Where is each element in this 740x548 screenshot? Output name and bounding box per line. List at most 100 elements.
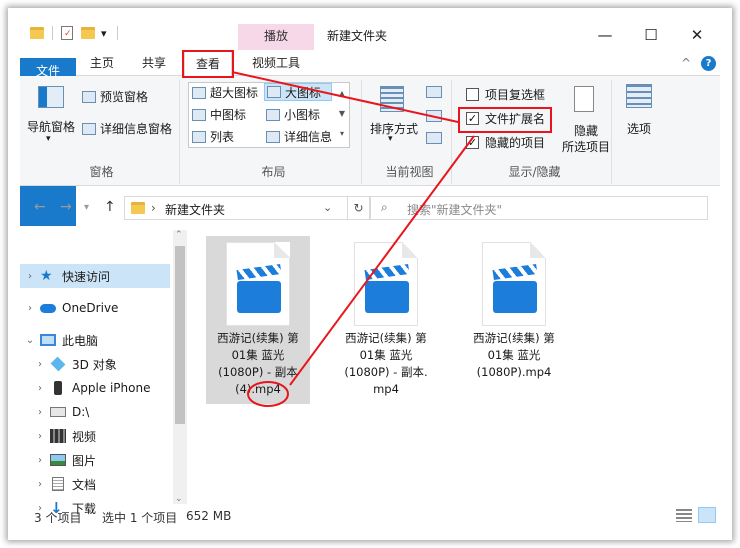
group-layout: 超大图标 大图标 中图标 小图标 列表 详细信息 ▲ ▼ ▾ 布局 (186, 80, 362, 184)
layout-scroll-icon[interactable]: ▲ ▼ ▾ (336, 84, 348, 146)
context-tab-play[interactable]: 播放 (238, 24, 314, 50)
layout-list[interactable]: 列表 (192, 128, 234, 145)
clapperboard-body (493, 281, 537, 313)
file-item[interactable]: 西游记(续集) 第 01集 蓝光 (1080P) - 副本. mp4 (334, 236, 438, 404)
hidden-items-checkbox[interactable]: ✓ (466, 136, 479, 149)
tab-video-tools[interactable]: 视频工具 (240, 50, 312, 76)
file-item[interactable]: 西游记(续集) 第 01集 蓝光 (1080P).mp4 (462, 236, 566, 404)
chevron-right-icon[interactable]: › (30, 479, 50, 490)
file-name-line: 01集 蓝光 (359, 348, 413, 362)
scroll-up-icon[interactable]: ⌃ (175, 230, 183, 240)
file-name-line: 01集 蓝光 (231, 348, 285, 362)
details-icon (266, 130, 280, 143)
large-icons-view-icon[interactable] (698, 507, 716, 523)
details-pane-button[interactable]: 详细信息窗格 (82, 120, 172, 137)
tab-share[interactable]: 共享 (134, 50, 174, 76)
hide-selected-label-2: 所选项目 (561, 140, 610, 154)
group-by-icon[interactable] (426, 86, 442, 98)
sort-by-button[interactable]: 排序方式 ▾ (368, 84, 420, 148)
status-selection: 选中 1 个项目 (102, 511, 178, 525)
properties-icon[interactable]: ✓ (61, 26, 73, 40)
nav-item-label: 快速访问 (62, 269, 111, 284)
back-arrow-icon[interactable]: ← (34, 199, 46, 215)
nav-item-label: 此电脑 (62, 333, 99, 348)
hide-selected-label-1: 隐藏 (573, 124, 598, 138)
nav-item-quick-access[interactable]: › ★ 快速访问 (20, 264, 170, 288)
help-icon[interactable]: ? (701, 56, 716, 71)
chevron-right-icon[interactable]: › (30, 359, 50, 370)
scrollbar-thumb[interactable] (175, 246, 185, 424)
layout-small-icons[interactable]: 小图标 (266, 106, 320, 123)
chevron-right-icon[interactable]: › (20, 303, 40, 314)
size-columns-icon[interactable] (426, 132, 442, 144)
nav-item-onedrive[interactable]: › OneDrive (20, 296, 170, 320)
forward-arrow-icon[interactable]: → (60, 199, 72, 215)
preview-pane-button[interactable]: 预览窗格 (82, 88, 148, 105)
layout-details[interactable]: 详细信息 (266, 128, 332, 145)
layout-extra-large-icons[interactable]: 超大图标 (192, 84, 258, 101)
small-icons-icon (266, 108, 280, 121)
minimize-button[interactable]: — (582, 20, 628, 50)
chevron-right-icon[interactable]: › (30, 383, 50, 394)
close-button[interactable]: ✕ (674, 20, 720, 50)
tab-home[interactable]: 主页 (82, 50, 122, 76)
nav-item-apple-iphone[interactable]: › Apple iPhone (30, 376, 180, 400)
annotation-box-file-extensions (458, 107, 552, 133)
layout-label: 小图标 (284, 108, 321, 122)
refresh-button[interactable]: ↻ (348, 196, 370, 220)
hidden-items-toggle[interactable]: ✓ 隐藏的项目 (466, 134, 545, 151)
quick-access-dropdown[interactable]: ▾ (101, 27, 107, 40)
nav-item-pictures[interactable]: › 图片 (30, 448, 180, 472)
nav-item-3d-objects[interactable]: › 3D 对象 (30, 352, 180, 376)
nav-item-this-pc[interactable]: ⌄ 此电脑 (20, 328, 170, 352)
options-icon (626, 84, 652, 108)
search-input[interactable]: ⌕ 搜索"新建文件夹" (370, 196, 708, 220)
nav-item-drive-d[interactable]: › D:\ (30, 400, 180, 424)
add-columns-icon[interactable] (426, 110, 442, 122)
file-item[interactable]: 西游记(续集) 第 01集 蓝光 (1080P) - 副本 (4).mp4 (206, 236, 310, 404)
recent-dropdown-icon[interactable]: ▾ (84, 202, 89, 213)
clapperboard-body (237, 281, 281, 313)
nav-item-documents[interactable]: › 文档 (30, 472, 180, 496)
divider (52, 26, 53, 40)
address-row: ← → ▾ ↑ › 新建文件夹 ⌄ ↻ ⌕ 搜索"新建文件夹" (20, 190, 720, 226)
item-checkboxes-checkbox[interactable] (466, 88, 479, 101)
chevron-right-icon[interactable]: › (30, 407, 50, 418)
file-name[interactable]: 西游记(续集) 第 01集 蓝光 (1080P) - 副本 (4).mp4 (206, 330, 310, 398)
up-arrow-icon[interactable]: ↑ (104, 199, 116, 215)
item-checkboxes-toggle[interactable]: 项目复选框 (466, 86, 545, 103)
ribbon-collapse-icon[interactable]: ^ (678, 50, 694, 76)
chevron-right-icon[interactable]: › (30, 455, 50, 466)
file-name[interactable]: 西游记(续集) 第 01集 蓝光 (1080P) - 副本. mp4 (334, 330, 438, 398)
details-view-icon[interactable] (676, 509, 692, 522)
chevron-right-icon[interactable]: › (20, 271, 40, 282)
refresh-icon: ↻ (353, 201, 364, 215)
search-icon: ⌕ (381, 200, 388, 214)
chevron-down-icon: ▾ (388, 134, 393, 144)
cube-icon (50, 356, 66, 372)
nav-item-videos[interactable]: › 视频 (30, 424, 180, 448)
new-folder-icon[interactable] (81, 27, 95, 39)
layout-large-icons[interactable]: 大图标 (264, 83, 332, 101)
chevron-down-icon[interactable]: ⌄ (20, 335, 40, 346)
address-bar[interactable]: › 新建文件夹 ⌄ (124, 196, 348, 220)
quick-access-toolbar: ✓ ▾ (30, 26, 118, 40)
scroll-down-icon[interactable]: ⌄ (175, 494, 183, 504)
chevron-right-icon[interactable]: › (30, 431, 50, 442)
maximize-button[interactable]: ☐ (628, 20, 674, 50)
layout-medium-icons[interactable]: 中图标 (192, 106, 246, 123)
large-icons-icon (267, 86, 281, 98)
clapperboard-icon (236, 263, 282, 281)
nav-pane-button[interactable]: 导航窗格 ▾ (24, 84, 78, 148)
chevron-down-icon[interactable]: ⌄ (323, 201, 332, 214)
file-name[interactable]: 西游记(续集) 第 01集 蓝光 (1080P).mp4 (462, 330, 566, 381)
file-list: 西游记(续集) 第 01集 蓝光 (1080P) - 副本 (4).mp4 西游… (192, 228, 720, 502)
preview-pane-label: 预览窗格 (100, 90, 149, 104)
options-button[interactable]: 选项 (616, 84, 662, 148)
nav-scrollbar[interactable]: ⌃ ⌄ (173, 230, 187, 504)
breadcrumb-current[interactable]: 新建文件夹 (165, 201, 225, 218)
nav-pane-icon (38, 86, 64, 108)
nav-item-label: OneDrive (62, 301, 119, 315)
hide-selected-button[interactable]: 隐藏 所选项目 (560, 84, 612, 154)
video-file-icon (354, 242, 418, 326)
